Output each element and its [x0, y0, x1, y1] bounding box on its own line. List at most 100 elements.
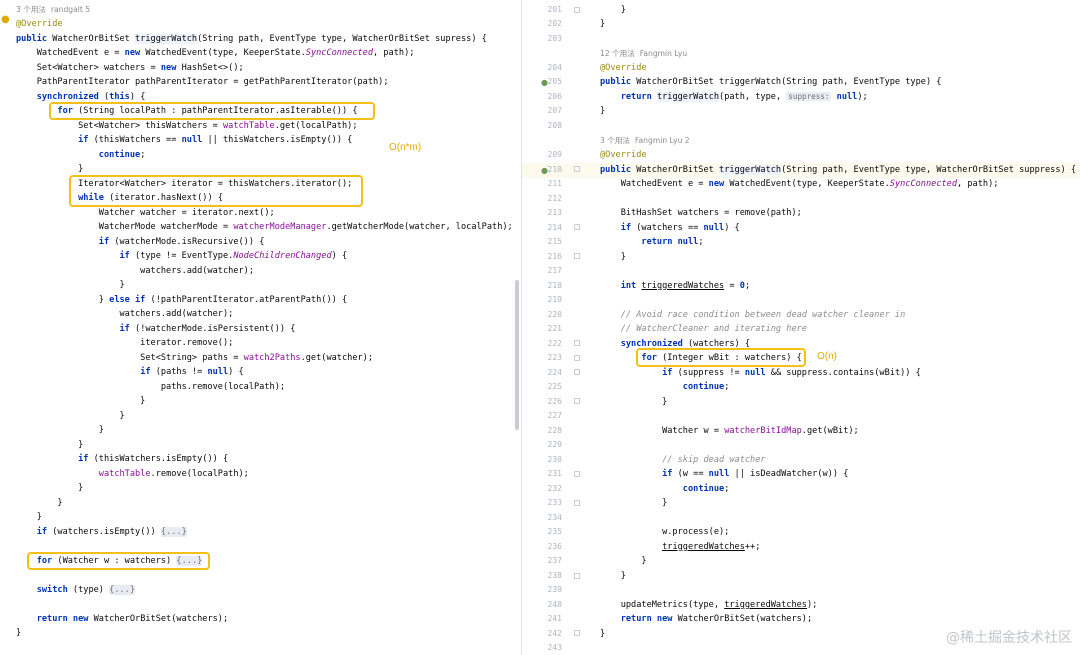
code-line: @Override — [16, 19, 63, 29]
code-line: @Override — [600, 150, 647, 160]
code-line: } else if (!pathParentIterator.atParentP… — [16, 295, 348, 305]
code-line: public WatcherOrBitSet triggerWatch(Stri… — [600, 77, 942, 87]
line-number: 209 — [547, 150, 562, 159]
fold-toggle-icon[interactable] — [574, 7, 580, 13]
fold-toggle-icon[interactable] — [574, 253, 580, 259]
line-number: 224 — [547, 368, 562, 377]
code-line: @Override — [600, 63, 647, 73]
line-number: 230 — [547, 455, 562, 464]
code-line: Set<Watcher> watchers = new HashSet<>(); — [16, 63, 244, 73]
code-line: if (w == null || isDeadWatcher(w)) { — [662, 469, 849, 479]
left-scrollbar-thumb[interactable] — [515, 280, 519, 430]
complexity-label-left: O(n*m) — [389, 142, 422, 153]
code-line: return null; — [641, 237, 704, 247]
code-line: if (thisWatchers.isEmpty()) { — [78, 454, 229, 464]
line-number: 229 — [547, 440, 562, 449]
code-line: } — [16, 498, 63, 508]
code-line: BitHashSet watchers = remove(path); — [600, 208, 802, 218]
fold-toggle-icon[interactable] — [574, 630, 580, 636]
code-line: watchers.add(watcher); — [16, 309, 234, 319]
code-line: Watcher watcher = iterator.next(); — [16, 208, 275, 218]
fold-toggle-icon[interactable] — [574, 369, 580, 375]
code-line: public WatcherOrBitSet triggerWatch(Stri… — [16, 34, 487, 44]
code-line: } — [600, 106, 606, 116]
code-line: if (watchers.isEmpty()) {...} — [36, 527, 187, 537]
line-number: 231 — [547, 469, 562, 478]
line-number: 235 — [547, 527, 562, 536]
code-line: } — [16, 483, 84, 493]
code-line: if (type != EventType.NodeChildrenChange… — [119, 251, 348, 261]
code-line: continue; — [682, 382, 730, 392]
usage-hint[interactable]: 3 个用法 Fangmin Lyu 2 — [600, 134, 690, 149]
code-line: // Avoid race condition between dead wat… — [620, 310, 906, 320]
code-line: watchers.add(watcher); — [16, 266, 254, 276]
code-line: } — [600, 19, 606, 29]
code-line: if (!watcherMode.isPersistent()) { — [119, 324, 296, 334]
code-line: if (suppress != null && suppress.contain… — [662, 368, 921, 378]
line-number: 232 — [547, 484, 562, 493]
usage-hint[interactable]: 3 个用法 randgalt 5 — [16, 3, 90, 18]
code-line: } — [600, 556, 647, 566]
line-number: 222 — [547, 339, 562, 348]
line-number: 238 — [547, 571, 562, 580]
code-line: if (watchers == null) { — [620, 223, 740, 233]
usage-hint[interactable]: 12 个用法 Fangmin Lyu — [600, 47, 687, 62]
code-line: WatcherMode watcherMode = watcherModeMan… — [16, 222, 513, 232]
code-line: if (paths != null) { — [140, 367, 244, 377]
code-line: } — [16, 440, 84, 450]
line-number: 217 — [547, 266, 562, 275]
line-number: 228 — [547, 426, 562, 435]
highlight-box-iterator — [69, 175, 363, 207]
line-number: 239 — [547, 585, 562, 594]
code-line: } — [600, 252, 626, 262]
line-number: 236 — [547, 542, 562, 551]
highlight-box-for-loop — [49, 102, 375, 120]
line-number: 221 — [547, 324, 562, 333]
fold-toggle-icon[interactable] — [574, 224, 580, 230]
line-number: 201 — [547, 5, 562, 14]
line-number: 223 — [547, 353, 562, 362]
code-line: w.process(e); — [600, 527, 730, 537]
line-number: 241 — [547, 614, 562, 623]
fold-toggle-icon[interactable] — [574, 340, 580, 346]
code-line: continue; — [98, 150, 146, 160]
line-number: 227 — [547, 411, 562, 420]
code-line: switch (type) {...} — [36, 585, 136, 595]
line-number: 202 — [547, 19, 562, 28]
code-line: watchTable.remove(localPath); — [98, 469, 249, 479]
code-line: // WatcherCleaner and iterating here — [620, 324, 807, 334]
code-line: } — [600, 397, 668, 407]
code-line: iterator.remove(); — [16, 338, 234, 348]
code-line: } — [600, 498, 668, 508]
fold-toggle-icon[interactable] — [574, 471, 580, 477]
code-line: Set<String> paths = watch2Paths.get(watc… — [16, 353, 374, 363]
fold-toggle-icon[interactable] — [574, 500, 580, 506]
code-line: int triggeredWatches = 0; — [620, 281, 751, 291]
fold-toggle-icon[interactable] — [574, 166, 580, 172]
code-line: WatchedEvent e = new WatchedEvent(type, … — [600, 179, 999, 189]
intention-bulb-icon[interactable]: ● — [1, 14, 10, 25]
line-number: 225 — [547, 382, 562, 391]
fold-toggle-icon[interactable] — [574, 573, 580, 579]
code-line: Watcher w = watcherBitIdMap.get(wBit); — [600, 426, 859, 436]
right-editor-pane[interactable]: 201 202 203 204 205 206 207 208 209 210 … — [522, 0, 1080, 655]
override-marker-icon[interactable]: ● — [541, 166, 548, 175]
fold-toggle-icon[interactable] — [574, 398, 580, 404]
code-line: if (watcherMode.isRecursive()) { — [98, 237, 265, 247]
left-editor-pane[interactable]: ● 3 个用法 randgalt 5 @Override public Watc… — [0, 0, 521, 655]
line-number: 226 — [547, 397, 562, 406]
override-marker-icon[interactable]: ● — [541, 78, 548, 87]
code-line: // skip dead watcher — [662, 455, 766, 465]
line-number: 211 — [547, 179, 562, 188]
line-number: 204 — [547, 63, 562, 72]
fold-toggle-icon[interactable] — [574, 355, 580, 361]
line-number: 234 — [547, 513, 562, 522]
folded-code[interactable]: {...} — [160, 527, 187, 537]
code-line: } — [600, 5, 626, 15]
code-line: return new WatcherOrBitSet(watchers); — [36, 614, 229, 624]
complexity-label-right: O(n) — [817, 351, 837, 362]
code-line: return triggerWatch(path, type, suppress… — [620, 92, 868, 102]
line-number: 207 — [547, 106, 562, 115]
folded-code[interactable]: {...} — [109, 585, 136, 595]
line-number: 233 — [547, 498, 562, 507]
